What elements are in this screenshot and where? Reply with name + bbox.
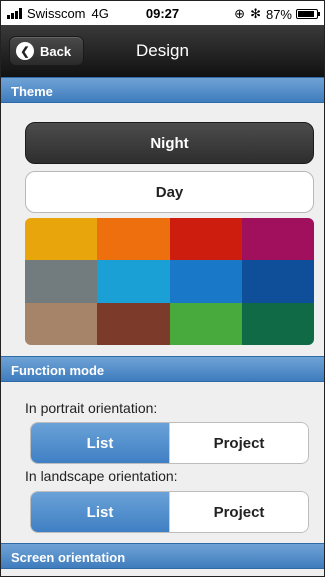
color-palette — [25, 218, 314, 345]
theme-day-button[interactable]: Day — [25, 171, 314, 213]
color-swatch[interactable] — [241, 260, 314, 303]
app-frame: Swisscom 4G 09:27 ⊕ ✻ 87% ❮ Back Design … — [0, 0, 325, 577]
color-swatch[interactable] — [241, 218, 314, 261]
orientation-lock-icon: ⊕ — [234, 6, 246, 21]
color-swatch[interactable] — [97, 260, 170, 303]
color-swatch[interactable] — [169, 302, 242, 345]
theme-night-button[interactable]: Night — [25, 122, 314, 164]
battery-fill — [298, 11, 314, 17]
section-header-screen-orientation: Screen orientation — [1, 543, 324, 569]
color-swatch[interactable] — [97, 218, 170, 261]
section-header-theme: Theme — [1, 77, 324, 103]
color-swatch[interactable] — [25, 302, 98, 345]
color-swatch[interactable] — [97, 302, 170, 345]
landscape-project-option[interactable]: Project — [169, 492, 308, 532]
landscape-orientation-label: In landscape orientation: — [25, 468, 178, 484]
status-right: ⊕ ✻ 87% — [229, 6, 320, 22]
color-swatch[interactable] — [25, 218, 98, 261]
battery-percent: 87% — [265, 6, 292, 22]
bluetooth-icon: ✻ — [250, 6, 261, 21]
color-swatch[interactable] — [241, 302, 314, 345]
section-header-function-mode: Function mode — [1, 356, 324, 382]
status-bar: Swisscom 4G 09:27 ⊕ ✻ 87% — [1, 1, 324, 25]
landscape-mode-segment: List Project — [30, 491, 309, 533]
landscape-list-option[interactable]: List — [31, 492, 169, 532]
color-swatch[interactable] — [169, 260, 242, 303]
color-swatch[interactable] — [25, 260, 98, 303]
portrait-project-option[interactable]: Project — [169, 423, 308, 463]
portrait-orientation-label: In portrait orientation: — [25, 400, 158, 416]
battery-icon — [296, 9, 320, 19]
nav-bar: ❮ Back Design — [1, 25, 324, 77]
color-swatch[interactable] — [169, 218, 242, 261]
page-title: Design — [136, 41, 189, 60]
portrait-mode-segment: List Project — [30, 422, 309, 464]
portrait-list-option[interactable]: List — [31, 423, 169, 463]
